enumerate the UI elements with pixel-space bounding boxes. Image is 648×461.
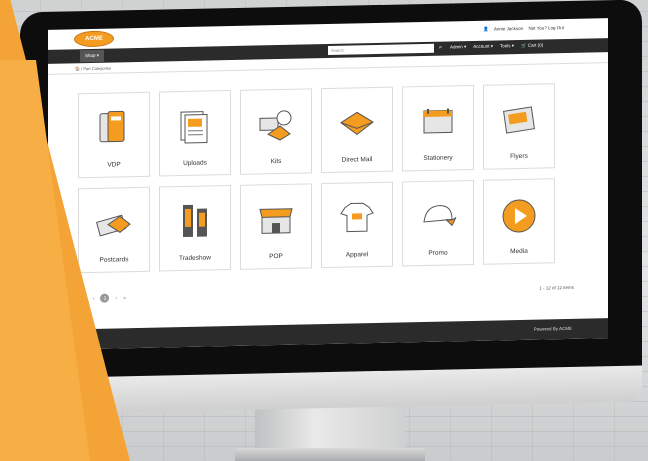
category-label: Stationery	[423, 154, 453, 163]
category-tile-promo[interactable]: Promo	[402, 179, 474, 267]
media-icon	[502, 199, 536, 233]
category-tile-flyers[interactable]: Flyers	[483, 83, 555, 170]
category-label: Tradeshow	[179, 254, 211, 263]
admin-menu[interactable]: Admin ▾	[450, 44, 466, 50]
stationery-icon	[423, 108, 453, 134]
uploads-icon	[180, 111, 208, 144]
promo-icon	[423, 205, 457, 227]
category-tile-tradeshow[interactable]: Tradeshow	[159, 185, 231, 272]
category-tile-media[interactable]: Media	[483, 178, 555, 265]
monitor-stand-base	[235, 448, 425, 461]
pager-last[interactable]: »	[123, 295, 126, 301]
category-tile-apparel[interactable]: Apparel	[321, 181, 393, 269]
category-label: POP	[269, 252, 283, 261]
nav-menu: Admin ▾ Account ▾ Tools ▾ 🛒 Cart (0)	[450, 42, 543, 50]
screen: ACME 👤 Annie Jackson Not You? Log Out Sh…	[48, 18, 608, 350]
category-tile-pop[interactable]: POP	[240, 183, 312, 270]
pager-prev[interactable]: ‹	[93, 295, 95, 301]
user-icon: 👤	[483, 26, 489, 32]
powered-by: Powered By ACME	[533, 325, 572, 332]
search-icon[interactable]: ⌕	[436, 44, 445, 53]
vdp-icon	[99, 110, 125, 143]
flyers-icon	[503, 106, 535, 134]
category-label: Kits	[270, 157, 282, 166]
pager: « ‹ 1 › »	[84, 293, 126, 303]
item-count: 1 - 12 of 12 items	[539, 284, 574, 291]
kits-icon	[259, 110, 292, 141]
search-input[interactable]: Search	[328, 43, 434, 55]
tools-menu[interactable]: Tools ▾	[500, 43, 514, 49]
category-tile-direct-mail[interactable]: Direct Mail	[321, 86, 393, 174]
category-label: Direct Mail	[341, 156, 373, 164]
category-label: Postcards	[99, 256, 129, 264]
pager-next[interactable]: ›	[115, 295, 117, 301]
category-tile-uploads[interactable]: Uploads	[159, 90, 231, 177]
category-label: Media	[510, 247, 528, 256]
category-tile-vdp[interactable]: VDP	[78, 91, 150, 179]
category-label: Flyers	[510, 152, 528, 161]
category-label: Apparel	[345, 251, 369, 259]
shop-menu-button[interactable]: Shop ▾	[80, 49, 105, 63]
category-label: VDP	[107, 161, 121, 169]
account-menu[interactable]: Account ▾	[473, 44, 493, 50]
tradeshow-icon	[183, 204, 207, 238]
acme-logo[interactable]: ACME	[74, 30, 114, 48]
category-label: Uploads	[183, 159, 207, 168]
category-tile-postcards[interactable]: Postcards	[78, 186, 150, 274]
category-tile-stationery[interactable]: Stationery	[402, 84, 474, 172]
category-grid: VDP Uploads Kits Direct Mail Stationery Flyer…	[78, 83, 555, 274]
category-label: Promo	[428, 249, 448, 257]
apparel-icon	[340, 202, 374, 233]
user-name[interactable]: Annie Jackson	[494, 26, 523, 32]
cart-link[interactable]: 🛒 Cart (0)	[521, 42, 543, 48]
category-tile-kits[interactable]: Kits	[240, 88, 312, 175]
pop-icon	[259, 208, 293, 234]
user-info: 👤 Annie Jackson Not You? Log Out	[479, 25, 564, 33]
postcards-icon	[96, 214, 131, 237]
direct-mail-icon	[340, 111, 374, 136]
logout-link[interactable]: Not You? Log Out	[528, 25, 564, 31]
pager-current[interactable]: 1	[100, 293, 110, 303]
